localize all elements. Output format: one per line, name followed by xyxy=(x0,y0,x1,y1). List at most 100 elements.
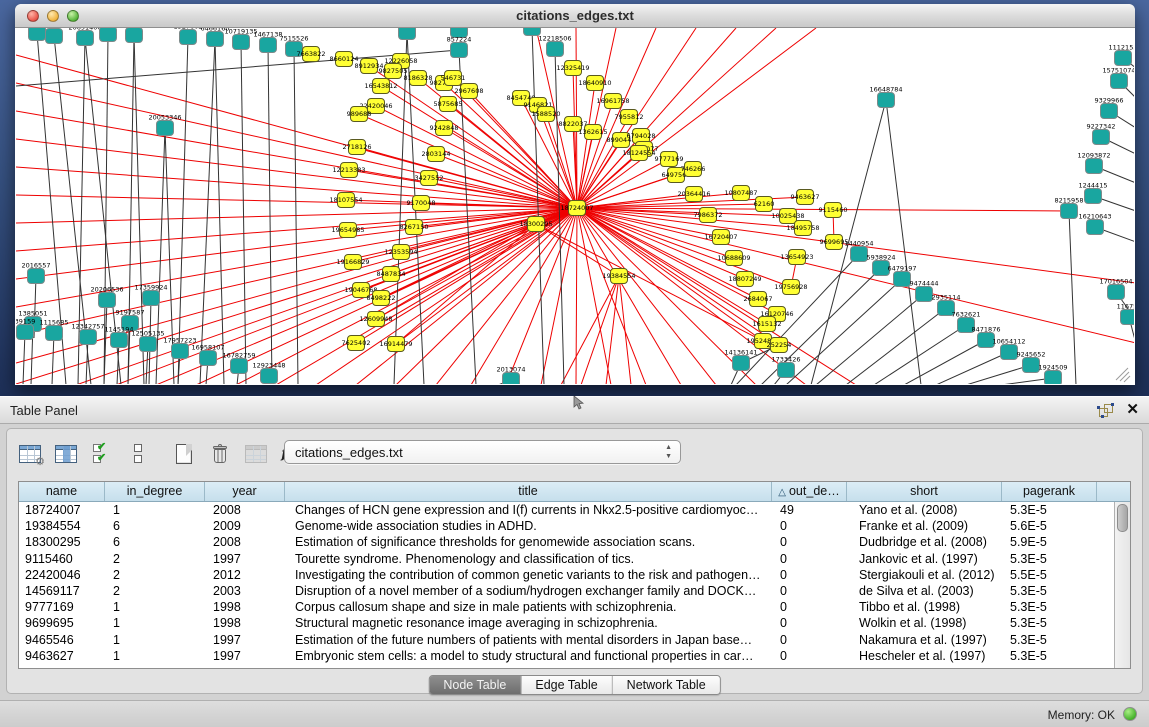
graph-node[interactable]: 1924509 xyxy=(1039,364,1068,385)
table-cell[interactable]: 2003 xyxy=(205,583,285,599)
table-cell[interactable]: 0 xyxy=(772,534,847,550)
table-cell[interactable]: 1 xyxy=(105,599,205,615)
graph-node[interactable]: 12353594 xyxy=(384,245,417,260)
table-cell[interactable]: 5.3E-5 xyxy=(1002,632,1097,648)
table-row[interactable]: 1830029562008Estimation of significance … xyxy=(19,534,1114,550)
select-column-button[interactable] xyxy=(51,440,81,468)
delete-column-button[interactable] xyxy=(205,440,235,468)
table-cell[interactable]: 1997 xyxy=(205,632,285,648)
table-cell[interactable]: 1997 xyxy=(205,551,285,567)
table-row[interactable]: 969969511998Structural magnetic resonanc… xyxy=(19,615,1114,631)
table-cell[interactable]: Investigating the contribution of common… xyxy=(285,567,772,583)
graph-node[interactable]: 746266 xyxy=(681,162,706,177)
tab-network-table[interactable]: Network Table xyxy=(613,676,720,694)
column-header-short[interactable]: short xyxy=(847,482,1002,501)
graph-node[interactable]: 252254 xyxy=(767,338,792,353)
table-cell[interactable]: 22420046 xyxy=(19,567,105,583)
table-cell[interactable]: 9463627 xyxy=(19,648,105,664)
table-row[interactable]: 1456911722003Disruption of a novel membe… xyxy=(19,583,1114,599)
table-cell[interactable]: Tourette syndrome. Phenomenology and cla… xyxy=(285,551,772,567)
table-cell[interactable]: 0 xyxy=(772,518,847,534)
table-row[interactable]: 977716911998Corpus callosum shape and si… xyxy=(19,599,1114,615)
table-cell[interactable]: Jankovic et al. (1997) xyxy=(847,551,1002,567)
float-panel-icon[interactable] xyxy=(1097,403,1114,418)
table-cell[interactable]: 5.6E-5 xyxy=(1002,518,1097,534)
graph-node[interactable]: 10653287 xyxy=(117,28,150,43)
column-header-title[interactable]: title xyxy=(285,482,772,501)
table-cell[interactable]: Embryonic stem cells: a model to study s… xyxy=(285,648,772,664)
graph-node[interactable]: 20053346 xyxy=(148,114,181,136)
graph-node[interactable]: 10688609 xyxy=(717,251,750,266)
table-cell[interactable]: Franke et al. (2009) xyxy=(847,518,1002,534)
table-cell[interactable]: 2 xyxy=(105,551,205,567)
table-cell[interactable]: 0 xyxy=(772,648,847,664)
memory-ok-indicator[interactable] xyxy=(1123,707,1137,721)
table-cell[interactable]: Estimation of the future numbers of pati… xyxy=(285,632,772,648)
table-cell[interactable]: 0 xyxy=(772,632,847,648)
graph-node[interactable]: 7625402 xyxy=(342,336,371,351)
graph-node[interactable]: 13654923 xyxy=(780,250,813,265)
table-cell[interactable]: 0 xyxy=(772,583,847,599)
resize-grip-icon[interactable] xyxy=(1120,372,1129,381)
graph-node[interactable]: 12218506 xyxy=(538,35,571,57)
resize-grip-icon[interactable] xyxy=(1116,368,1128,380)
combo-stepper-icon[interactable]: ▲▼ xyxy=(665,443,672,461)
table-cell[interactable]: 2008 xyxy=(205,502,285,518)
table-cell[interactable]: 0 xyxy=(772,567,847,583)
column-header-out_de[interactable]: △out_de… xyxy=(772,482,847,501)
table-cell[interactable]: 49 xyxy=(772,502,847,518)
table-cell[interactable]: 9699695 xyxy=(19,615,105,631)
table-cell[interactable]: 6 xyxy=(105,518,205,534)
table-cell[interactable]: 1 xyxy=(105,632,205,648)
graph-node[interactable]: 9242848 xyxy=(430,121,459,136)
table-cell[interactable]: de Silva et al. (2003) xyxy=(847,583,1002,599)
table-row[interactable]: 946554611997Estimation of the future num… xyxy=(19,632,1114,648)
table-cell[interactable]: 1 xyxy=(105,615,205,631)
graph-node[interactable]: 1112153 xyxy=(1109,44,1134,66)
table-cell[interactable]: Changes of HCN gene expression and I(f) … xyxy=(285,502,772,518)
table-cell[interactable]: 5.3E-5 xyxy=(1002,615,1097,631)
close-panel-icon[interactable]: ✕ xyxy=(1126,402,1139,418)
table-cell[interactable]: 2 xyxy=(105,583,205,599)
table-cell[interactable]: 0 xyxy=(772,551,847,567)
graph-node[interactable]: 9463627 xyxy=(791,190,820,205)
graph-node[interactable]: 16053809 xyxy=(390,28,423,40)
table-cell[interactable]: Yano et al. (2008) xyxy=(847,502,1002,518)
new-column-button[interactable] xyxy=(169,440,199,468)
table-cell[interactable]: Wolkin et al. (1998) xyxy=(847,615,1002,631)
graph-node[interactable]: 9329966 xyxy=(1095,97,1124,119)
table-cell[interactable]: Disruption of a novel member of a sodium… xyxy=(285,583,772,599)
graph-node[interactable]: 17016504 xyxy=(1099,278,1132,300)
table-cell[interactable]: 1 xyxy=(105,502,205,518)
table-cell[interactable]: 0 xyxy=(772,615,847,631)
tab-node-table[interactable]: Node Table xyxy=(429,676,521,694)
graph-node[interactable]: 2016557 xyxy=(22,262,51,284)
table-cell[interactable]: 9777169 xyxy=(19,599,105,615)
column-header-pagerank[interactable]: pagerank xyxy=(1002,482,1097,501)
table-cell[interactable]: 5.3E-5 xyxy=(1002,551,1097,567)
table-cell[interactable]: 18300295 xyxy=(19,534,105,550)
table-cell[interactable]: 18724007 xyxy=(19,502,105,518)
graph-node[interactable]: 12923448 xyxy=(252,362,285,384)
table-row[interactable]: 1938455462009Genome-wide association stu… xyxy=(19,518,1114,534)
table-selector[interactable]: citations_edges.txt ▲▼ xyxy=(284,440,681,464)
table-cell[interactable]: 1998 xyxy=(205,615,285,631)
graph-node[interactable]: 9115460 xyxy=(819,203,848,218)
column-header-in_degree[interactable]: in_degree xyxy=(105,482,205,501)
table-cell[interactable]: 19384554 xyxy=(19,518,105,534)
graph-node[interactable]: 12505135 xyxy=(131,330,164,352)
graph-node[interactable]: 20364416 xyxy=(677,187,710,202)
network-view-window[interactable]: citations_edges.txt 14055721061532206914… xyxy=(15,4,1135,385)
table-cell[interactable]: 5.3E-5 xyxy=(1002,502,1097,518)
column-header-name[interactable]: name xyxy=(19,482,105,501)
table-cell[interactable]: 1 xyxy=(105,648,205,664)
table-cell[interactable]: Stergiakouli et al. (2012) xyxy=(847,567,1002,583)
graph-node[interactable]: 62160 xyxy=(754,197,775,212)
graph-node[interactable]: 1115685 xyxy=(40,319,69,341)
graph-node[interactable]: 16720407 xyxy=(704,230,737,245)
table-cell[interactable]: 5.3E-5 xyxy=(1002,648,1097,664)
table-row[interactable]: 911546021997Tourette syndrome. Phenomeno… xyxy=(19,551,1114,567)
table-cell[interactable]: Corpus callosum shape and size in male p… xyxy=(285,599,772,615)
graph-node[interactable]: 10807487 xyxy=(724,186,757,201)
graph-node[interactable]: 20691406 xyxy=(68,28,101,46)
